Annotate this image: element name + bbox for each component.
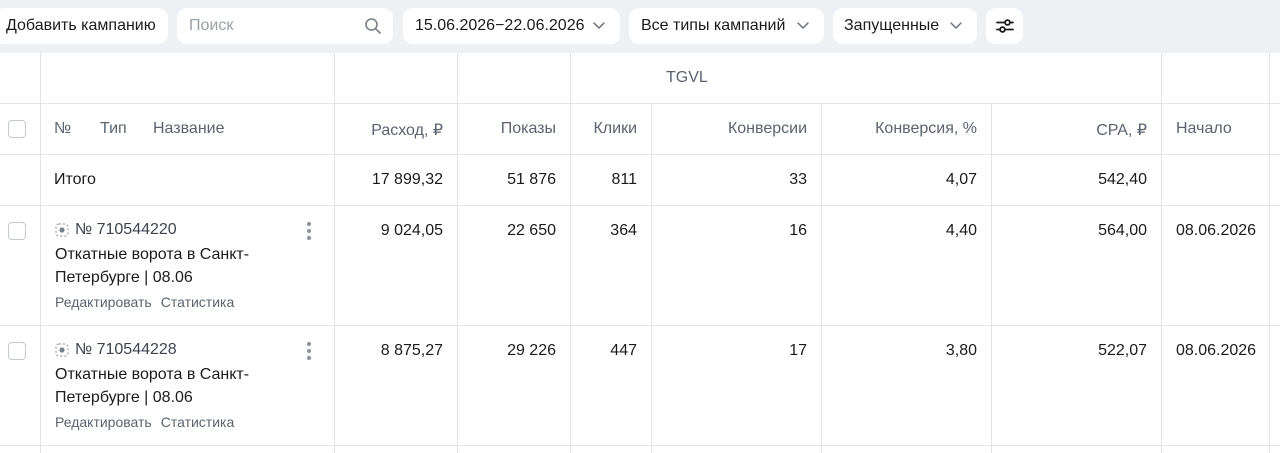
- date-range-select[interactable]: 15.06.2026−22.06.2026: [403, 8, 620, 44]
- grid-line: [1161, 53, 1162, 453]
- toolbar: Добавить кампанию Поиск 15.06.2026−22.06…: [0, 0, 1280, 53]
- edit-campaign-link[interactable]: Редактировать: [55, 414, 152, 430]
- campaign-state-value: Запущенные: [844, 17, 940, 34]
- chevron-down-icon: [593, 22, 605, 29]
- add-campaign-button[interactable]: Добавить кампанию: [0, 8, 168, 44]
- column-header-spend[interactable]: Расход, ₽: [371, 120, 443, 140]
- campaign-id: № 710544228: [75, 341, 177, 358]
- campaign-state-select[interactable]: Запущенные: [833, 8, 977, 44]
- campaign-type-icon: [55, 223, 69, 237]
- campaign-name[interactable]: Откатные ворота в Санкт-Петербурге | 08.…: [55, 243, 305, 289]
- grid-line: [334, 53, 335, 453]
- date-range-value: 15.06.2026−22.06.2026: [415, 17, 585, 34]
- select-all-checkbox[interactable]: [8, 120, 26, 138]
- grid-line: [0, 154, 1280, 155]
- row-clicks: 447: [610, 342, 637, 359]
- filter-sliders-icon: [995, 19, 1014, 33]
- group-header-goal: TGVL: [666, 69, 708, 86]
- row-clicks: 364: [610, 222, 637, 239]
- grid-line: [1269, 53, 1270, 453]
- row-start-date: 08.06.2026: [1176, 222, 1257, 239]
- grid-line: [821, 103, 822, 453]
- row-checkbox[interactable]: [8, 222, 26, 240]
- column-header-cpa[interactable]: CPA, ₽: [1096, 120, 1147, 140]
- total-spend: 17 899,32: [371, 171, 443, 188]
- row-conversion-rate: 4,40: [945, 222, 977, 239]
- column-header-conversion-rate[interactable]: Конверсия, %: [875, 120, 977, 138]
- campaigns-table: TGVL № Тип Название Расход, ₽ Показы Кли…: [0, 53, 1280, 453]
- column-header-type[interactable]: Тип: [100, 120, 127, 138]
- kebab-menu-icon[interactable]: [306, 222, 312, 240]
- row-conversions: 16: [789, 222, 807, 239]
- campaign-name[interactable]: Откатные ворота в Санкт-Петербурге | 08.…: [55, 363, 305, 409]
- total-label: Итого: [54, 171, 96, 188]
- total-conversion-rate: 4,07: [945, 171, 977, 188]
- chevron-down-icon: [797, 22, 809, 29]
- campaign-id-link[interactable]: № 710544228: [55, 341, 177, 359]
- row-impressions: 29 226: [507, 342, 556, 359]
- statistics-link[interactable]: Статистика: [161, 414, 235, 430]
- add-campaign-label: Добавить кампанию: [6, 17, 156, 34]
- grid-line: [0, 205, 1280, 206]
- grid-line: [651, 103, 652, 453]
- grid-line: [0, 103, 1280, 104]
- row-checkbox[interactable]: [8, 342, 26, 360]
- grid-line: [40, 53, 41, 453]
- campaign-types-value: Все типы кампаний: [641, 17, 786, 34]
- row-spend: 8 875,27: [380, 342, 443, 359]
- row-impressions: 22 650: [507, 222, 556, 239]
- campaign-type-icon: [55, 343, 69, 357]
- column-settings-button[interactable]: [986, 8, 1023, 44]
- total-cpa: 542,40: [1098, 171, 1147, 188]
- total-impressions: 51 876: [507, 171, 556, 188]
- grid-line: [457, 53, 458, 453]
- statistics-link[interactable]: Статистика: [161, 294, 235, 310]
- total-clicks: 811: [611, 171, 637, 188]
- search-icon: [365, 18, 381, 34]
- grid-line: [0, 445, 1280, 446]
- search-input[interactable]: Поиск: [177, 8, 393, 44]
- row-cpa: 564,00: [1098, 222, 1147, 239]
- grid-line: [0, 325, 1280, 326]
- row-start-date: 08.06.2026: [1176, 342, 1257, 359]
- row-conversions: 17: [789, 342, 807, 359]
- campaign-types-select[interactable]: Все типы кампаний: [629, 8, 824, 44]
- grid-line: [991, 103, 992, 453]
- column-header-number[interactable]: №: [54, 120, 71, 138]
- grid-line: [570, 53, 571, 453]
- column-header-impressions[interactable]: Показы: [501, 120, 556, 138]
- campaign-id: № 710544220: [75, 221, 177, 238]
- column-header-conversions[interactable]: Конверсии: [728, 120, 807, 138]
- column-header-name[interactable]: Название: [153, 120, 225, 138]
- edit-campaign-link[interactable]: Редактировать: [55, 294, 152, 310]
- kebab-menu-icon[interactable]: [306, 342, 312, 360]
- total-conversions: 33: [789, 171, 807, 188]
- row-cpa: 522,07: [1098, 342, 1147, 359]
- column-header-clicks[interactable]: Клики: [593, 120, 637, 138]
- chevron-down-icon: [950, 22, 962, 29]
- search-placeholder: Поиск: [189, 17, 234, 34]
- campaign-id-link[interactable]: № 710544220: [55, 221, 177, 239]
- row-conversion-rate: 3,80: [945, 342, 977, 359]
- row-spend: 9 024,05: [380, 222, 443, 239]
- column-header-start[interactable]: Начало: [1176, 120, 1232, 138]
